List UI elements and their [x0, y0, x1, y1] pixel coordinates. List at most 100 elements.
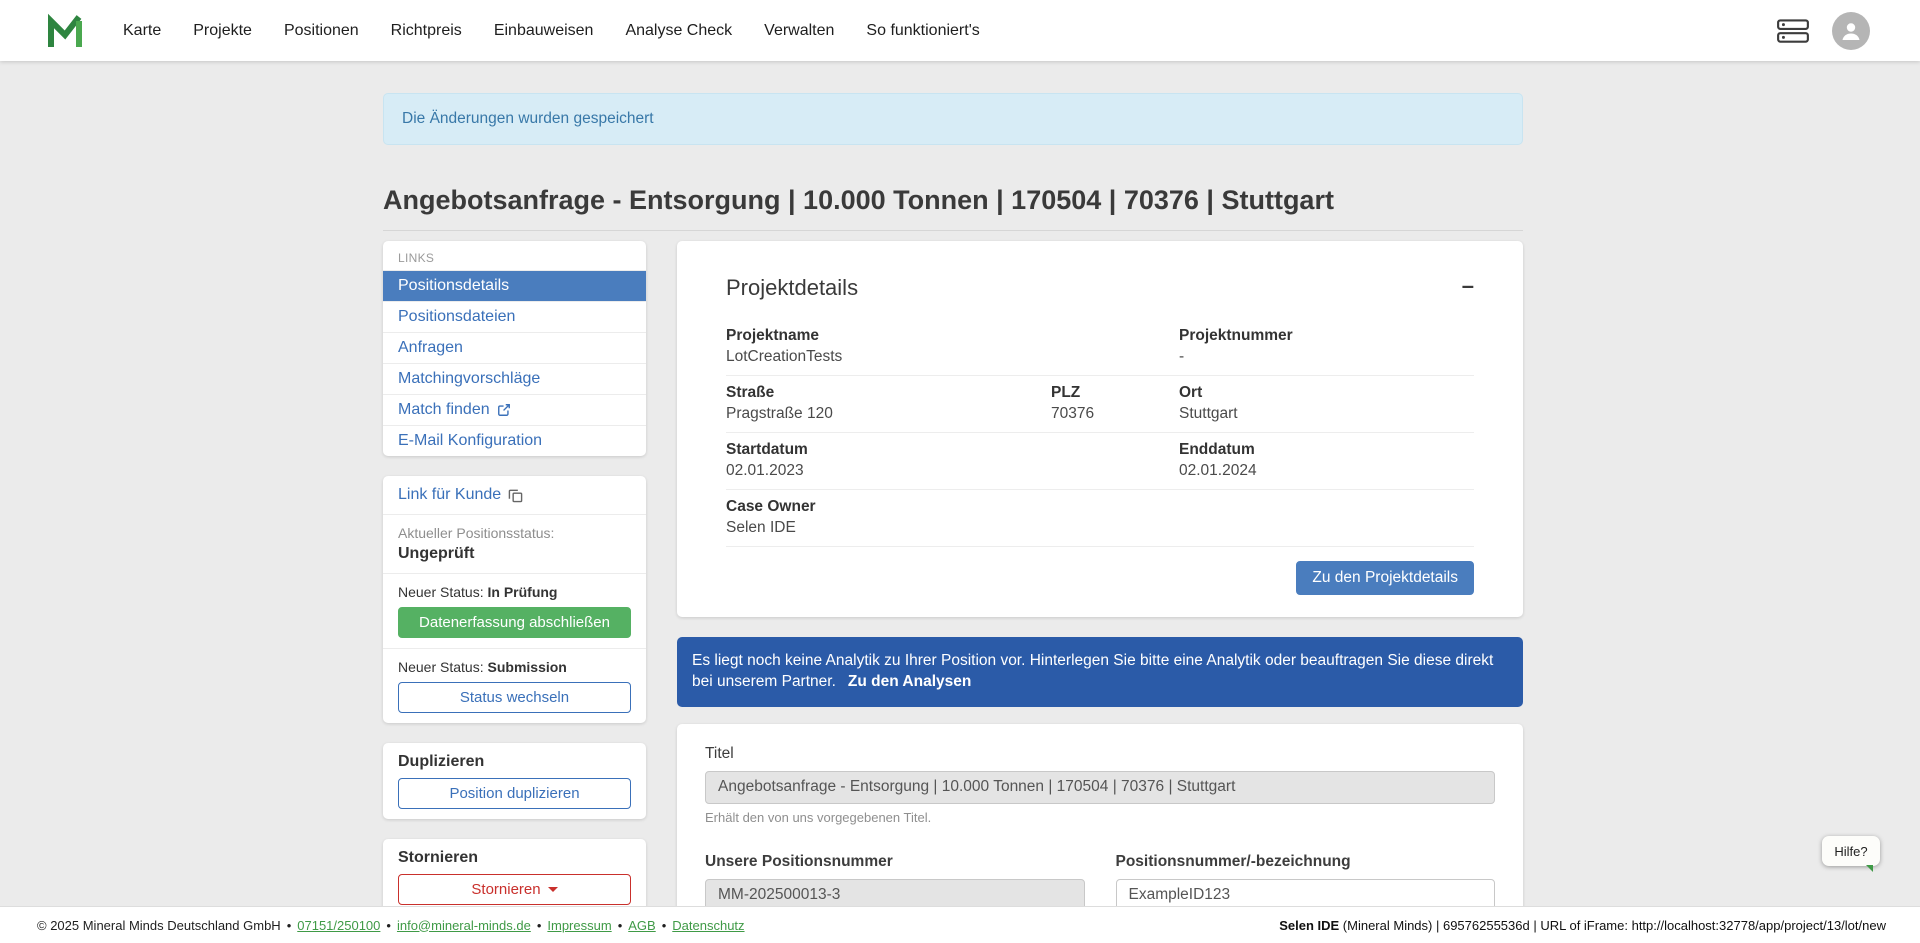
- nav-item-projekte[interactable]: Projekte: [177, 12, 268, 50]
- field-value: -: [1179, 348, 1474, 366]
- our-position-number-label: Unsere Positionsnummer: [705, 853, 1085, 871]
- next-status-section: Neuer Status: In Prüfung Datenerfassung …: [383, 573, 646, 648]
- nav-item-richtpreis[interactable]: Richtpreis: [375, 12, 478, 50]
- field-projektname: Projektname LotCreationTests: [726, 327, 1179, 366]
- nav-item-so-funktionierts[interactable]: So funktioniert's: [850, 12, 995, 50]
- footer-separator: •: [662, 918, 667, 933]
- sidebar-item-positionsdetails[interactable]: Positionsdetails: [383, 270, 646, 301]
- brand-logo[interactable]: [47, 12, 83, 50]
- project-row-2: Straße Pragstraße 120 PLZ 70376 Ort Stut…: [726, 376, 1474, 433]
- field-label: Straße: [726, 384, 1051, 402]
- user-avatar[interactable]: [1832, 12, 1870, 50]
- next-status-line: Neuer Status: In Prüfung: [398, 584, 631, 600]
- sidebar-links-card: LINKS Positionsdetails Positionsdateien …: [383, 241, 646, 456]
- project-row-3: Startdatum 02.01.2023 Enddatum 02.01.202…: [726, 433, 1474, 490]
- alert-text: Die Änderungen wurden gespeichert: [402, 110, 654, 127]
- field-label: Ort: [1179, 384, 1474, 402]
- field-enddatum: Enddatum 02.01.2024: [1179, 441, 1474, 480]
- field-plz: PLZ 70376: [1051, 384, 1179, 423]
- field-label: Case Owner: [726, 498, 1474, 516]
- nav-item-analyse-check[interactable]: Analyse Check: [609, 12, 748, 50]
- server-icon[interactable]: [1776, 17, 1810, 45]
- go-to-project-details-button[interactable]: Zu den Projektdetails: [1296, 561, 1474, 595]
- cancel-dropdown-button[interactable]: Stornieren: [398, 874, 631, 905]
- nav-item-positionen[interactable]: Positionen: [268, 12, 375, 50]
- footer-link-impressum[interactable]: Impressum: [547, 918, 611, 933]
- field-value: Stuttgart: [1179, 405, 1474, 423]
- field-value: Pragstraße 120: [726, 405, 1051, 423]
- field-label: Projektnummer: [1179, 327, 1474, 345]
- field-value: 02.01.2024: [1179, 462, 1474, 480]
- person-icon: [1839, 19, 1863, 43]
- content-columns: LINKS Positionsdetails Positionsdateien …: [383, 241, 1523, 943]
- footer-link-datenschutz[interactable]: Datenschutz: [672, 918, 744, 933]
- go-to-analyses-link[interactable]: Zu den Analysen: [848, 673, 971, 690]
- session-details: (Mineral Minds) | 69576255536d | URL of …: [1339, 918, 1886, 933]
- next-status2-line: Neuer Status: Submission: [398, 659, 631, 675]
- field-value: 02.01.2023: [726, 462, 1179, 480]
- collapse-button[interactable]: –: [1462, 275, 1474, 297]
- field-value: Selen IDE: [726, 519, 1474, 537]
- titel-help-text: Erhält den von uns vorgegebenen Titel.: [705, 810, 1495, 825]
- field-label: PLZ: [1051, 384, 1179, 402]
- page-title: Angebotsanfrage - Entsorgung | 10.000 To…: [383, 185, 1523, 216]
- current-status-section: Aktueller Positionsstatus: Ungeprüft: [383, 514, 646, 573]
- footer-separator: •: [618, 918, 623, 933]
- cancel-button-label: Stornieren: [471, 881, 540, 898]
- sidebar-item-positionsdateien[interactable]: Positionsdateien: [383, 301, 646, 332]
- next-status2-value: Submission: [488, 659, 567, 675]
- project-details-header: Projektdetails –: [726, 275, 1474, 301]
- cancel-card: Stornieren Stornieren: [383, 839, 646, 915]
- switch-status-button[interactable]: Status wechseln: [398, 682, 631, 713]
- main-column: Projektdetails – Projektname LotCreation…: [677, 241, 1523, 943]
- field-strasse: Straße Pragstraße 120: [726, 384, 1051, 423]
- title-divider: [383, 230, 1523, 231]
- nav-item-karte[interactable]: Karte: [107, 12, 177, 50]
- sidebar-item-match-finden[interactable]: Match finden: [383, 394, 646, 425]
- field-projektnummer: Projektnummer -: [1179, 327, 1474, 366]
- switch-status-section: Neuer Status: Submission Status wechseln: [383, 648, 646, 723]
- next-status2-prefix: Neuer Status:: [398, 659, 484, 675]
- titel-field-group: Titel Erhält den von uns vorgegebenen Ti…: [705, 745, 1495, 825]
- sidebar-item-email-konfiguration[interactable]: E-Mail Konfiguration: [383, 425, 646, 456]
- field-value: LotCreationTests: [726, 348, 1179, 366]
- footer-link-agb[interactable]: AGB: [628, 918, 655, 933]
- current-status-label: Aktueller Positionsstatus:: [398, 525, 631, 541]
- field-startdatum: Startdatum 02.01.2023: [726, 441, 1179, 480]
- footer-link-phone[interactable]: 07151/250100: [297, 918, 380, 933]
- main-content: Die Änderungen wurden gespeichert Angebo…: [0, 61, 1920, 943]
- customer-link[interactable]: Link für Kunde: [398, 486, 523, 504]
- field-value: 70376: [1051, 405, 1179, 423]
- next-status-prefix: Neuer Status:: [398, 584, 484, 600]
- next-status-value: In Prüfung: [488, 584, 558, 600]
- nav-item-verwalten[interactable]: Verwalten: [748, 12, 850, 50]
- current-status-value: Ungeprüft: [398, 545, 631, 563]
- field-label: Projektname: [726, 327, 1179, 345]
- customer-link-label: Link für Kunde: [398, 486, 501, 504]
- project-actions: Zu den Projektdetails: [726, 561, 1474, 595]
- titel-input: [705, 771, 1495, 804]
- footer-separator: •: [386, 918, 391, 933]
- sidebar-item-anfragen[interactable]: Anfragen: [383, 332, 646, 363]
- footer-session-info: Selen IDE (Mineral Minds) | 69576255536d…: [1279, 918, 1886, 933]
- duplicate-card: Duplizieren Position duplizieren: [383, 743, 646, 819]
- sidebar-item-matchingvorschlaege[interactable]: Matchingvorschläge: [383, 363, 646, 394]
- duplicate-section: Duplizieren Position duplizieren: [383, 743, 646, 819]
- complete-data-entry-button[interactable]: Datenerfassung abschließen: [398, 607, 631, 638]
- field-label: Startdatum: [726, 441, 1179, 459]
- copy-icon: [508, 488, 523, 503]
- external-link-icon: [497, 403, 511, 417]
- footer-link-email[interactable]: info@mineral-minds.de: [397, 918, 531, 933]
- project-row-4: Case Owner Selen IDE: [726, 490, 1474, 547]
- field-label: Enddatum: [1179, 441, 1474, 459]
- copyright-text: © 2025 Mineral Minds Deutschland GmbH: [37, 918, 281, 933]
- duplicate-position-button[interactable]: Position duplizieren: [398, 778, 631, 809]
- help-widget-button[interactable]: Hilfe?: [1822, 836, 1880, 866]
- success-alert: Die Änderungen wurden gespeichert: [383, 93, 1523, 145]
- footer-separator: •: [537, 918, 542, 933]
- field-case-owner: Case Owner Selen IDE: [726, 498, 1474, 537]
- project-fields: Projektname LotCreationTests Projektnumm…: [726, 319, 1474, 547]
- caret-down-icon: [548, 887, 558, 892]
- cancel-title: Stornieren: [398, 849, 631, 867]
- nav-item-einbauweisen[interactable]: Einbauweisen: [478, 12, 610, 50]
